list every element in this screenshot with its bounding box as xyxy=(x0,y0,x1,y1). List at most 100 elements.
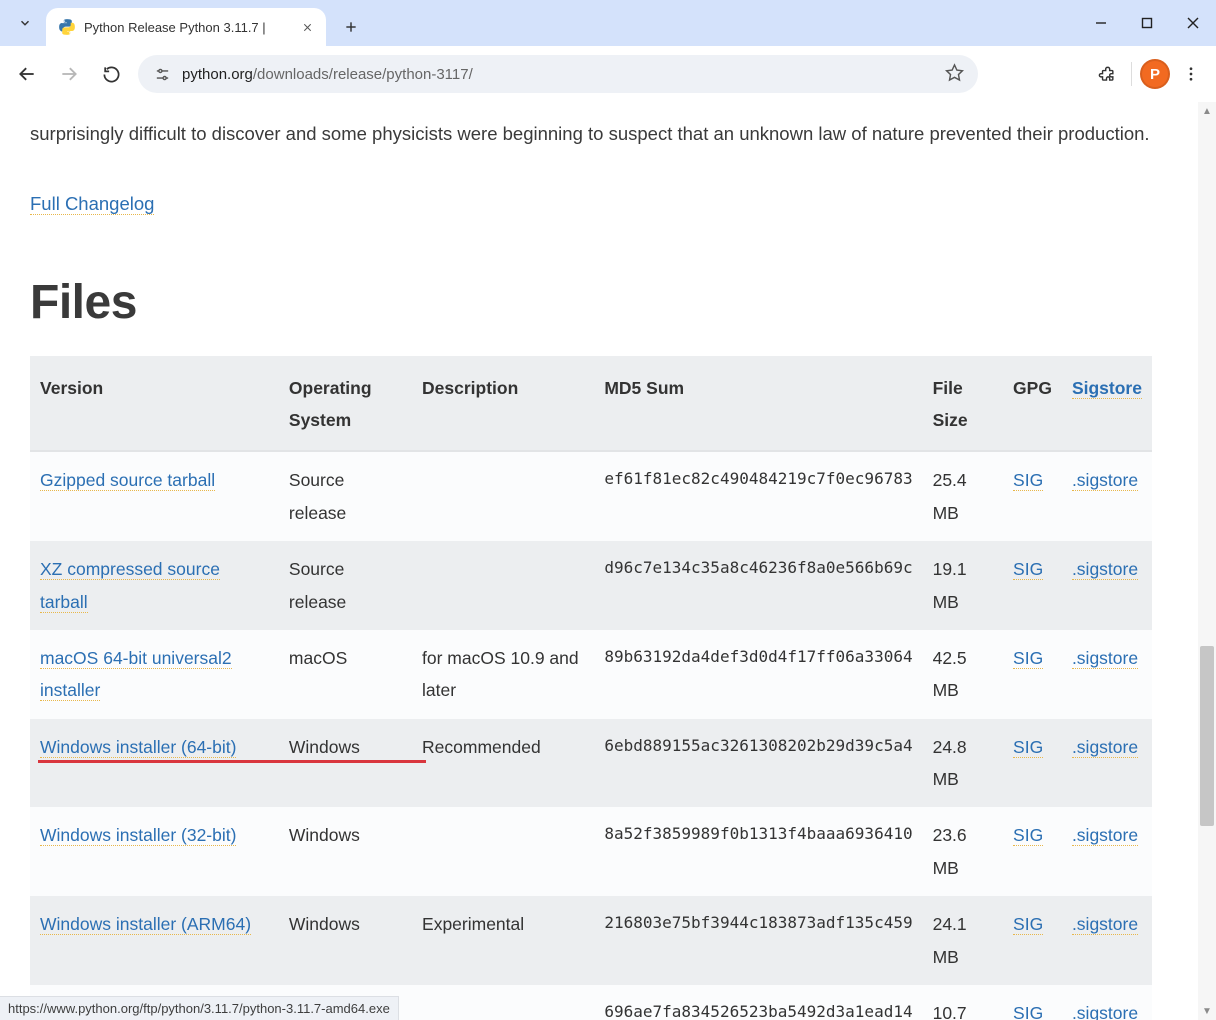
browser-tab[interactable]: Python Release Python 3.11.7 | xyxy=(46,8,326,46)
th-sigstore: Sigstore xyxy=(1062,356,1152,452)
page-content: surprisingly difficult to discover and s… xyxy=(0,102,1216,1020)
table-row: macOS 64-bit universal2 installermacOSfo… xyxy=(30,630,1152,719)
sigstore-link[interactable]: .sigstore xyxy=(1072,914,1138,935)
url-text: python.org/downloads/release/python-3117… xyxy=(182,66,473,83)
table-row: Windows installer (64-bit) WindowsRecomme… xyxy=(30,719,1152,808)
tab-title: Python Release Python 3.11.7 | xyxy=(84,20,290,35)
sigstore-link[interactable]: .sigstore xyxy=(1072,1003,1138,1020)
table-row: XZ compressed source tarballSource relea… xyxy=(30,541,1152,630)
chevron-down-icon xyxy=(18,16,32,30)
sigstore-link[interactable]: .sigstore xyxy=(1072,737,1138,758)
dots-vertical-icon xyxy=(1182,65,1200,83)
page-viewport: surprisingly difficult to discover and s… xyxy=(0,102,1216,1020)
file-description: for macOS 10.9 and later xyxy=(412,630,594,719)
python-favicon xyxy=(58,18,76,36)
arrow-left-icon xyxy=(17,64,37,84)
file-version-link[interactable]: Windows installer (32-bit) xyxy=(40,825,236,846)
file-description xyxy=(412,985,594,1020)
scroll-track[interactable] xyxy=(1198,120,1216,1002)
file-md5: ef61f81ec82c490484219c7f0ec96783 xyxy=(594,451,922,541)
file-version-link[interactable]: XZ compressed source tarball xyxy=(40,559,220,612)
arrow-right-icon xyxy=(59,64,79,84)
file-size: 10.7 MB xyxy=(923,985,1003,1020)
file-version-link[interactable]: Windows installer (64-bit) xyxy=(40,737,236,758)
th-os: Operating System xyxy=(279,356,412,452)
window-maximize-button[interactable] xyxy=(1124,0,1170,46)
file-size: 23.6 MB xyxy=(923,807,1003,896)
files-heading: Files xyxy=(30,275,1186,330)
forward-button[interactable] xyxy=(50,55,88,93)
back-button[interactable] xyxy=(8,55,46,93)
tab-close-button[interactable] xyxy=(298,18,316,36)
address-bar[interactable]: python.org/downloads/release/python-3117… xyxy=(138,55,978,93)
file-md5: d96c7e134c35a8c46236f8a0e566b69c xyxy=(594,541,922,630)
sigstore-link[interactable]: .sigstore xyxy=(1072,825,1138,846)
status-bar: https://www.python.org/ftp/python/3.11.7… xyxy=(0,996,399,1020)
reload-icon xyxy=(102,65,121,84)
full-changelog-link[interactable]: Full Changelog xyxy=(30,193,154,215)
file-description: Recommended xyxy=(412,719,594,808)
profile-initial: P xyxy=(1150,66,1160,83)
site-settings-button[interactable] xyxy=(152,64,172,84)
tab-search-button[interactable] xyxy=(8,6,42,40)
tune-icon xyxy=(154,66,171,83)
file-os: Windows xyxy=(279,719,412,808)
file-size: 24.8 MB xyxy=(923,719,1003,808)
file-md5: 8a52f3859989f0b1313f4baaa6936410 xyxy=(594,807,922,896)
file-version-link[interactable]: Windows installer (ARM64) xyxy=(40,914,251,935)
maximize-icon xyxy=(1141,17,1153,29)
sigstore-link[interactable]: .sigstore xyxy=(1072,559,1138,580)
file-description xyxy=(412,541,594,630)
close-icon xyxy=(1187,17,1199,29)
reload-button[interactable] xyxy=(92,55,130,93)
scroll-down-button[interactable]: ▼ xyxy=(1198,1002,1216,1020)
file-os: Source release xyxy=(279,451,412,541)
sigstore-link[interactable]: .sigstore xyxy=(1072,470,1138,491)
scroll-up-button[interactable]: ▲ xyxy=(1198,102,1216,120)
toolbar-divider xyxy=(1131,62,1132,86)
extensions-button[interactable] xyxy=(1089,57,1123,91)
plus-icon xyxy=(344,20,358,34)
minimize-icon xyxy=(1095,17,1107,29)
file-md5: 6ebd889155ac3261308202b29d39c5a4 xyxy=(594,719,922,808)
sig-link[interactable]: SIG xyxy=(1013,1003,1043,1020)
bookmark-button[interactable] xyxy=(945,63,964,86)
close-icon xyxy=(302,22,313,33)
file-size: 19.1 MB xyxy=(923,541,1003,630)
window-minimize-button[interactable] xyxy=(1078,0,1124,46)
sig-link[interactable]: SIG xyxy=(1013,470,1043,491)
th-size: File Size xyxy=(923,356,1003,452)
files-table: Version Operating System Description MD5… xyxy=(30,356,1152,1020)
scroll-thumb[interactable] xyxy=(1200,646,1214,826)
sigstore-link[interactable]: .sigstore xyxy=(1072,648,1138,669)
new-tab-button[interactable] xyxy=(336,12,366,42)
file-md5: 216803e75bf3944c183873adf135c459 xyxy=(594,896,922,985)
sig-link[interactable]: SIG xyxy=(1013,559,1043,580)
th-description: Description xyxy=(412,356,594,452)
sig-link[interactable]: SIG xyxy=(1013,737,1043,758)
th-version: Version xyxy=(30,356,279,452)
file-version-link[interactable]: Gzipped source tarball xyxy=(40,470,215,491)
file-description xyxy=(412,807,594,896)
file-md5: 89b63192da4def3d0d4f17ff06a33064 xyxy=(594,630,922,719)
table-header-row: Version Operating System Description MD5… xyxy=(30,356,1152,452)
file-size: 24.1 MB xyxy=(923,896,1003,985)
file-os: Windows xyxy=(279,807,412,896)
table-row: Gzipped source tarball Source release ef61… xyxy=(30,451,1152,541)
sig-link[interactable]: SIG xyxy=(1013,825,1043,846)
sig-link[interactable]: SIG xyxy=(1013,648,1043,669)
star-icon xyxy=(945,63,964,82)
sigstore-header-link[interactable]: Sigstore xyxy=(1072,378,1142,399)
chrome-menu-button[interactable] xyxy=(1174,57,1208,91)
file-version-link[interactable]: macOS 64-bit universal2 installer xyxy=(40,648,232,701)
th-md5: MD5 Sum xyxy=(594,356,922,452)
vertical-scrollbar[interactable]: ▲ ▼ xyxy=(1198,102,1216,1002)
table-row: Windows installer (32-bit) Windows 8a52f38… xyxy=(30,807,1152,896)
intro-paragraph: surprisingly difficult to discover and s… xyxy=(30,120,1186,149)
file-size: 25.4 MB xyxy=(923,451,1003,541)
profile-button[interactable]: P xyxy=(1140,59,1170,89)
window-close-button[interactable] xyxy=(1170,0,1216,46)
th-gpg: GPG xyxy=(1003,356,1062,452)
puzzle-icon xyxy=(1097,65,1116,84)
sig-link[interactable]: SIG xyxy=(1013,914,1043,935)
